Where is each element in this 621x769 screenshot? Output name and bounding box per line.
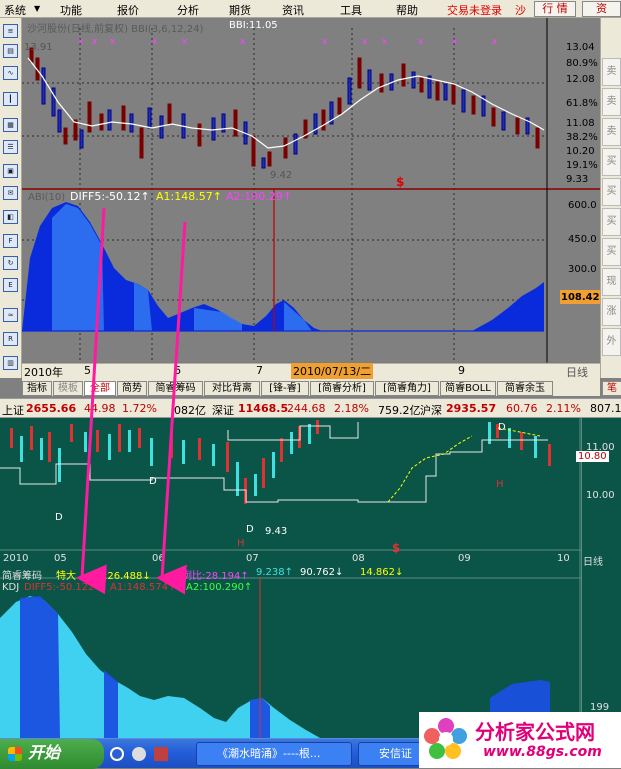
taskbar-window-broker[interactable]: 安信证	[358, 742, 422, 766]
media-icon[interactable]	[132, 747, 146, 761]
logo-url: www.88gs.com	[483, 744, 602, 760]
site-logo: 分析家公式网 www.88gs.com	[419, 712, 621, 768]
start-label: 开始	[28, 743, 61, 762]
logo-text: 分析家公式网	[475, 720, 595, 744]
annotation-arrows	[76, 207, 187, 595]
taskbar-window-doc[interactable]: 《潮水暗涌》----根...	[196, 742, 352, 766]
windows-logo-icon	[8, 747, 22, 761]
flower-logo-icon	[424, 718, 467, 759]
app-quicklaunch-icon[interactable]	[154, 747, 168, 761]
ie-icon[interactable]	[110, 747, 124, 761]
